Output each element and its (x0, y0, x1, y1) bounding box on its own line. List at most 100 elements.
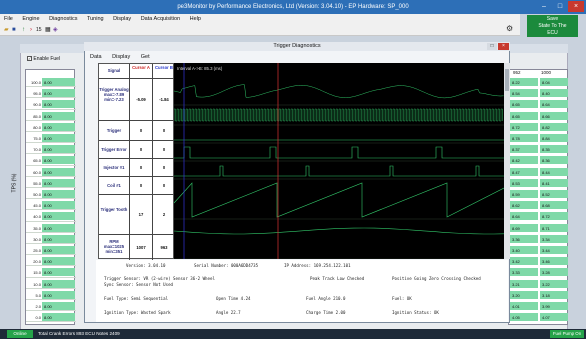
table-cell[interactable]: 8.59 (510, 190, 538, 198)
table-cell[interactable]: 3.99 (540, 302, 568, 310)
table-cell[interactable]: 8.47 (510, 167, 538, 176)
maximize-button[interactable]: □ (552, 1, 568, 12)
table-cell[interactable]: 8.00 (42, 89, 75, 98)
table-cell[interactable]: 8.71 (540, 223, 568, 232)
table-cell[interactable]: 8.42 (510, 156, 538, 165)
signal-row: Injector #1 0 0 (99, 158, 175, 176)
table-cell[interactable]: 8.68 (540, 201, 568, 210)
dialog-menu-get[interactable]: Get (141, 54, 150, 60)
table-row: 3.21 3.22 (509, 279, 569, 289)
table-cell[interactable]: 8.62 (510, 201, 538, 210)
table-cell[interactable]: 8.00 (42, 78, 75, 86)
table-cell[interactable]: 8.22 (510, 78, 538, 86)
table-cell[interactable]: 8.00 (42, 313, 75, 322)
menu-engine[interactable]: Engine (22, 16, 39, 22)
table-cell[interactable]: 8.66 (540, 111, 568, 120)
trigger-diagnostics-titlebar: Trigger Diagnostics (84, 42, 510, 51)
table-cell[interactable]: 3.18 (540, 290, 568, 299)
table-cell[interactable]: 8.41 (540, 178, 568, 187)
up-arrow-icon[interactable]: ↑ (22, 26, 25, 34)
table-cell[interactable]: 3.34 (540, 234, 568, 243)
table-cell[interactable]: 8.52 (540, 190, 568, 198)
table-cell[interactable]: 8.44 (540, 167, 568, 176)
toolbar-number[interactable]: 15 (36, 26, 42, 34)
table-cell[interactable]: 8.72 (540, 212, 568, 221)
table-cell[interactable]: 8.36 (540, 156, 568, 165)
table-cell[interactable]: 8.00 (42, 279, 75, 288)
table-cell[interactable]: 8.65 (510, 100, 538, 109)
table-cell[interactable]: 8.00 (42, 201, 75, 210)
table-cell[interactable]: 8.00 (42, 257, 75, 266)
grid-icon[interactable]: ▦ (45, 26, 51, 34)
table-cell[interactable]: 3.42 (510, 257, 538, 266)
dialog-maximize-button[interactable]: □ (487, 43, 497, 50)
table-cell[interactable]: 8.78 (510, 134, 538, 142)
table-cell[interactable]: 4.01 (510, 302, 538, 310)
dialog-menu-display[interactable]: Display (112, 54, 130, 60)
close-button[interactable]: × (568, 1, 584, 12)
table-cell[interactable]: 3.36 (510, 234, 538, 243)
table-cell[interactable]: 8.00 (42, 234, 75, 243)
table-row: 8.64 8.72 (509, 212, 569, 221)
save-icon[interactable]: ■ (12, 26, 16, 34)
table-cell[interactable]: 8.00 (42, 122, 75, 131)
table-cell[interactable]: 8.64 (540, 100, 568, 109)
checkbox-box[interactable]: ✓ (27, 56, 32, 62)
table-cell[interactable]: 8.54 (510, 89, 538, 98)
scope-traces (174, 84, 504, 235)
table-cell[interactable]: 8.04 (540, 78, 568, 86)
table-cell[interactable]: 4.07 (540, 313, 568, 322)
gear-icon[interactable]: ⚙ (506, 24, 513, 33)
table-cell[interactable]: 8.00 (42, 246, 75, 254)
table-cell[interactable]: 3.21 (510, 279, 538, 288)
oscilloscope-plot[interactable]: Interval A->B: 85.3 (ms) (174, 63, 504, 259)
table-cell[interactable]: 8.64 (510, 212, 538, 221)
table-cell[interactable]: 8.00 (42, 223, 75, 232)
menu-diagnostics[interactable]: Diagnostics (49, 16, 77, 22)
table-cell[interactable]: 3.40 (510, 246, 538, 254)
dialog-menu-data[interactable]: Data (90, 54, 102, 60)
save-state-button[interactable]: Save State To The ECU (527, 15, 578, 37)
menu-tuning[interactable]: Tuning (87, 16, 104, 22)
table-cell[interactable]: 8.00 (42, 190, 75, 198)
dialog-close-button[interactable]: × (498, 43, 509, 50)
menu-data-acquisition[interactable]: Data Acquisition (141, 16, 180, 22)
table-cell[interactable]: 8.00 (42, 212, 75, 221)
table-cell[interactable]: 8.00 (42, 145, 75, 154)
table-cell[interactable]: 8.00 (42, 167, 75, 176)
enable-fuel-checkbox[interactable]: ✓ Enable Fuel (27, 56, 60, 62)
menu-file[interactable]: File (4, 16, 13, 22)
table-cell[interactable]: 8.00 (42, 268, 75, 277)
table-cell[interactable]: 8.00 (42, 134, 75, 142)
table-cell[interactable]: 3.46 (540, 257, 568, 266)
open-icon[interactable]: ▰ (4, 26, 9, 34)
table-cell[interactable]: 3.22 (540, 279, 568, 288)
table-cell[interactable]: 8.00 (42, 156, 75, 165)
table-cell[interactable]: 3.44 (540, 246, 568, 254)
table-cell[interactable]: 8.35 (540, 145, 568, 154)
minimize-button[interactable]: – (536, 1, 552, 12)
table-cell[interactable]: 8.84 (540, 134, 568, 142)
menu-display[interactable]: Display (113, 16, 131, 22)
table-cell[interactable]: 3.20 (510, 290, 538, 299)
table-cell[interactable]: 8.00 (42, 100, 75, 109)
table-cell[interactable]: 8.00 (42, 111, 75, 120)
menu-help[interactable]: Help (190, 16, 201, 22)
table-cell[interactable]: 8.53 (510, 178, 538, 187)
table-cell[interactable]: 8.00 (42, 302, 75, 310)
table-cell[interactable]: 3.28 (540, 268, 568, 277)
table-cell[interactable]: 8.00 (42, 290, 75, 299)
table-cell[interactable]: 8.82 (540, 122, 568, 131)
table-cell[interactable]: 8.00 (42, 178, 75, 187)
chart-icon[interactable]: ◈ (53, 26, 58, 34)
table-cell[interactable]: 4.05 (510, 313, 538, 322)
scrollbar-thumb[interactable] (505, 69, 509, 91)
table-cell[interactable]: 8.40 (540, 89, 568, 98)
table-cell[interactable]: 8.69 (510, 223, 538, 232)
table-cell[interactable]: 8.37 (510, 145, 538, 154)
table-cell[interactable]: 8.65 (510, 111, 538, 120)
scope-scrollbar[interactable] (504, 63, 510, 259)
table-cell[interactable]: 8.72 (510, 122, 538, 131)
arrow-icon[interactable]: › (30, 26, 32, 34)
table-cell[interactable]: 3.33 (510, 268, 538, 277)
